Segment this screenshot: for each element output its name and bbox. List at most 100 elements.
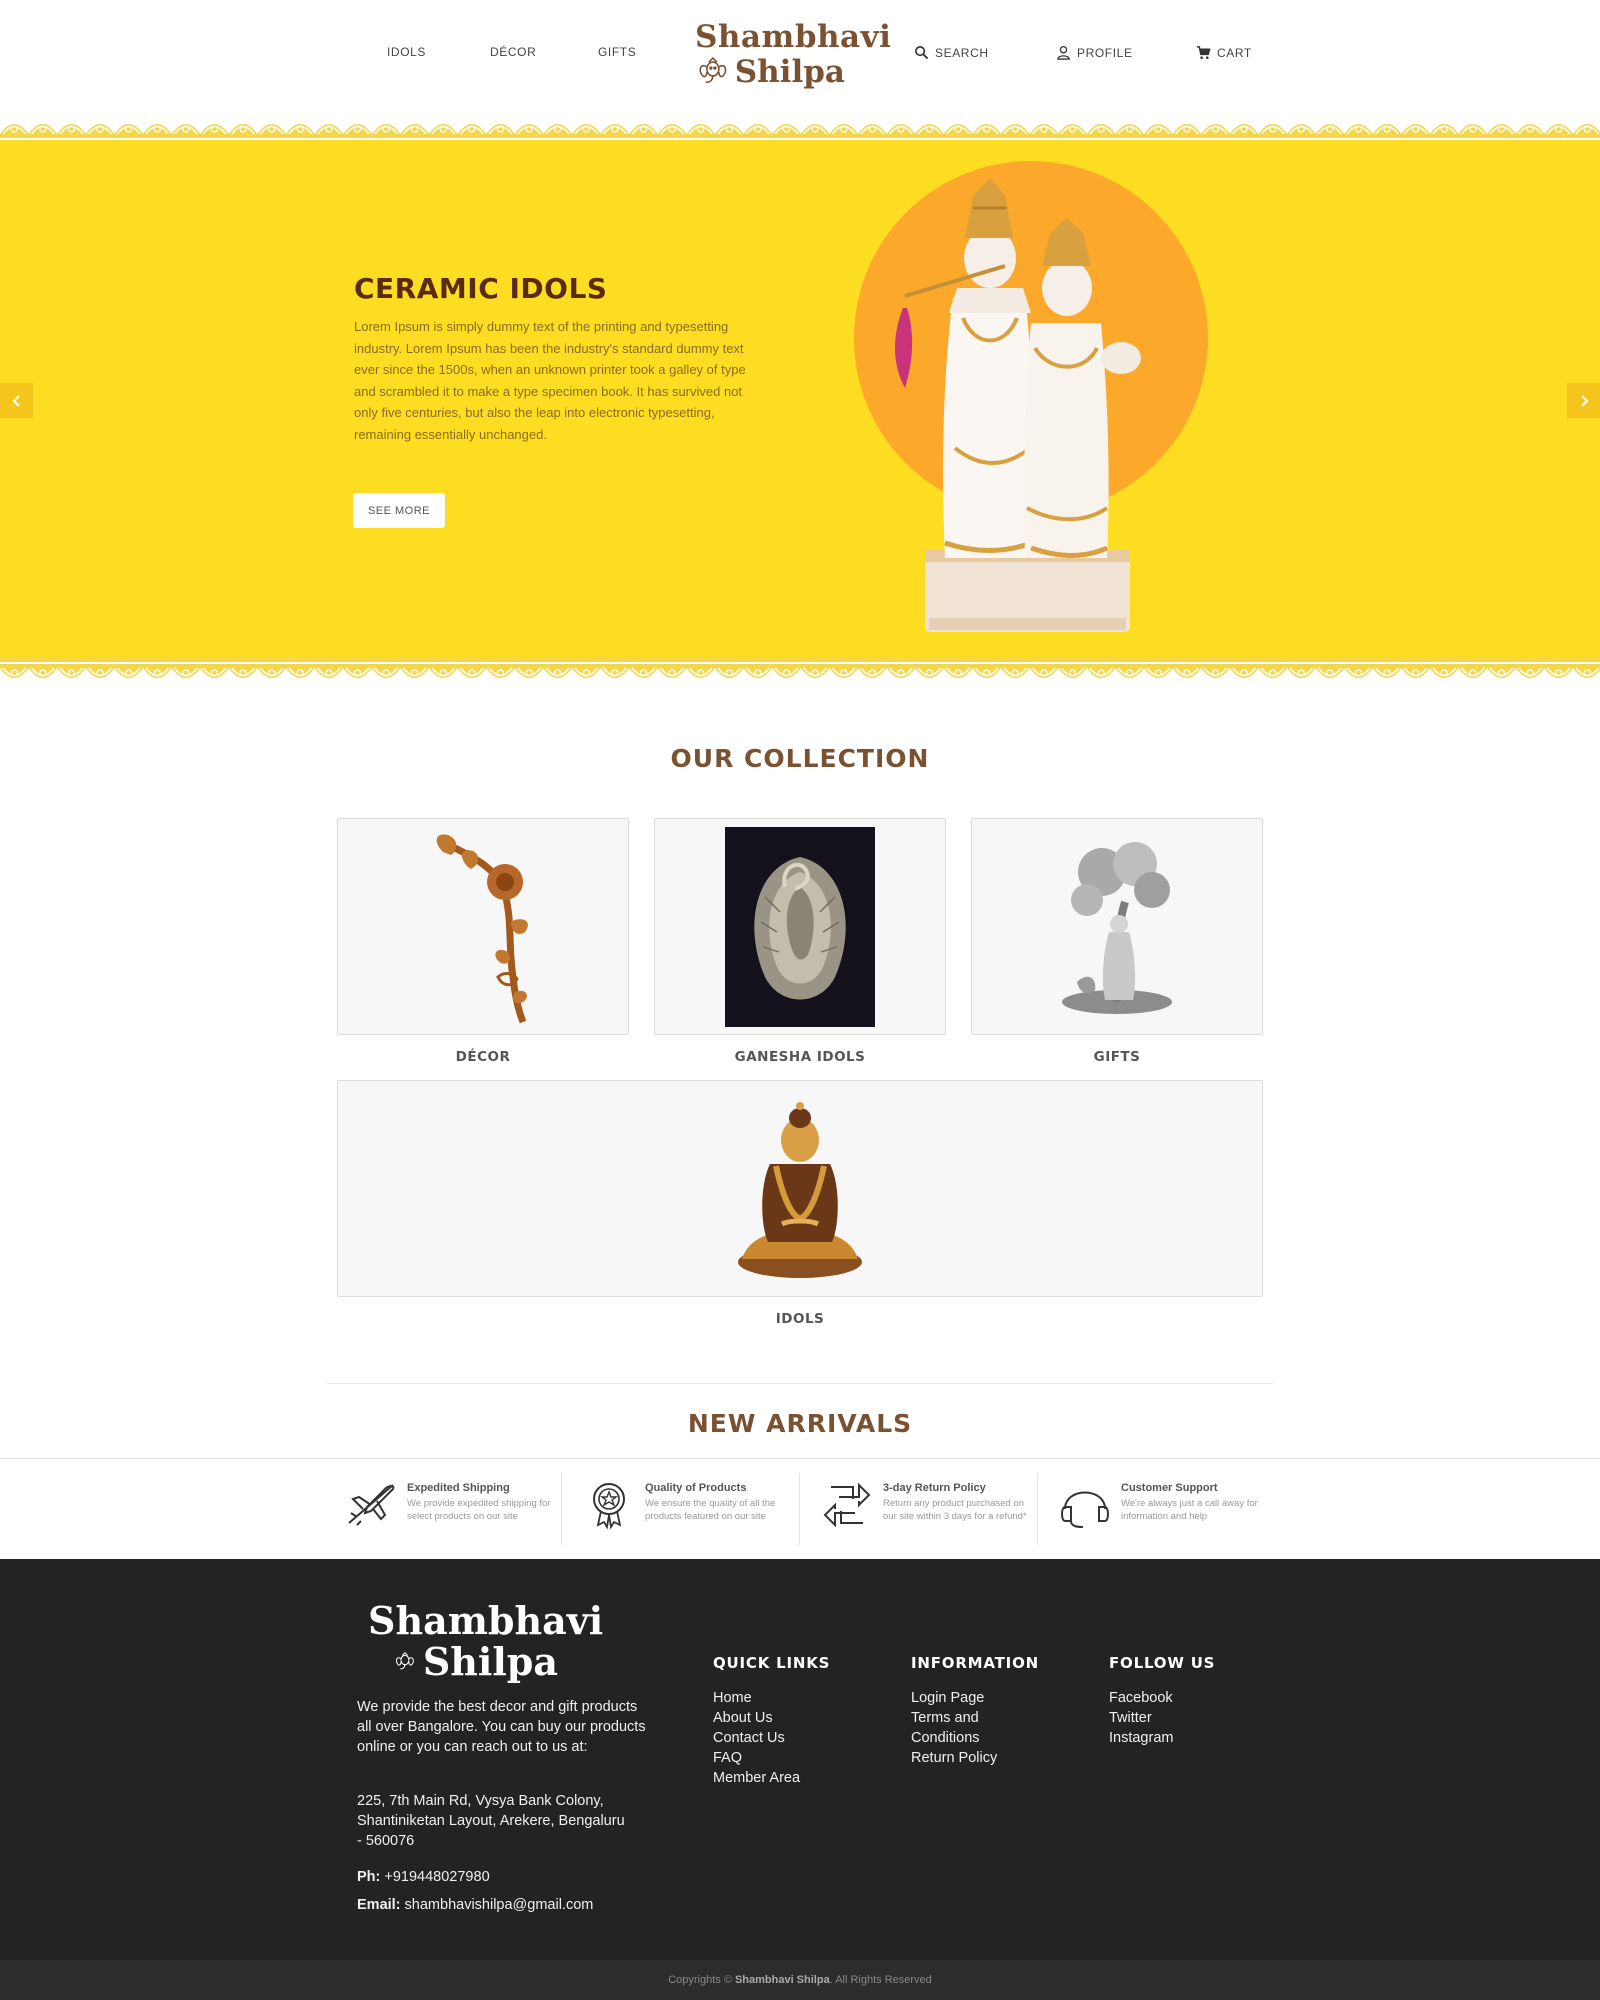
banner-description: Lorem Ipsum is simply dummy text of the … <box>354 319 746 442</box>
feature-title: Quality of Products <box>645 1482 747 1494</box>
section-divider <box>327 1383 1273 1384</box>
copyright-prefix: Copyrights © <box>668 1974 732 1986</box>
brand-logo[interactable]: Shambhavi Shilpa <box>695 19 892 92</box>
copyright-bar: Copyrights © Shambhavi Shilpa . All Righ… <box>0 1960 1600 2000</box>
nav-decor-label: DÉCOR <box>490 45 537 59</box>
ganesha-icon <box>699 56 727 83</box>
banner-top-border <box>0 110 1600 144</box>
new-arrivals-title: NEW ARRIVALS <box>687 1409 913 1438</box>
chevron-left-icon <box>12 394 20 407</box>
airplane-icon <box>348 1484 395 1526</box>
footer-logo: Shambhavi Shilpa <box>368 1598 604 1684</box>
nav-profile-label: PROFILE <box>1077 45 1133 60</box>
feature-description: We ensure the quality of all the product… <box>645 1498 776 1522</box>
feature-title: Customer Support <box>1121 1482 1218 1494</box>
footer-link-instagram[interactable]: Instagram <box>1109 1728 1173 1748</box>
decor-ornament-image <box>436 833 528 1023</box>
nav-cart-label: CART <box>1217 45 1252 60</box>
footer-link-return-policy[interactable]: Return Policy <box>911 1748 1021 1768</box>
collection-card-gifts[interactable] <box>971 818 1263 1035</box>
nav-gifts-link[interactable]: GIFTS <box>598 45 636 59</box>
ganesha-icon <box>395 1651 414 1670</box>
quick-links-list: Home About Us Contact Us FAQ Member Area <box>713 1688 800 1788</box>
copyright-brand: Shambhavi Shilpa <box>734 1974 830 1986</box>
feature-description: Return any product purchased on our site… <box>883 1498 1027 1522</box>
email-label: Email: <box>357 1897 401 1913</box>
banner-prev-button[interactable] <box>0 383 33 418</box>
nav-decor-link[interactable]: DÉCOR <box>490 45 536 59</box>
quick-links-title: QUICK LINKS <box>713 1654 831 1672</box>
feature-title: Expedited Shipping <box>407 1482 510 1494</box>
follow-us-title: FOLLOW US <box>1109 1654 1216 1672</box>
footer-link-home[interactable]: Home <box>713 1688 800 1708</box>
copyright-suffix: . All Rights Reserved <box>829 1974 932 1986</box>
feature-description: We provide expedited shipping for select… <box>407 1498 551 1522</box>
collection-label-ganesha-idols: GANESHA IDOLS <box>734 1049 866 1065</box>
see-more-button[interactable]: SEE MORE <box>353 493 445 528</box>
krishna-radha-statue-image <box>854 161 1208 632</box>
collection-label-gifts: GIFTS <box>1093 1049 1141 1065</box>
top-navigation: IDOLS DÉCOR GIFTS Shambhavi Shilpa SEARC… <box>0 0 1600 112</box>
banner-bottom-border <box>0 658 1600 692</box>
our-collection-title: OUR COLLECTION <box>670 744 930 773</box>
search-icon <box>915 46 929 60</box>
phone-label: Ph: <box>357 1869 381 1885</box>
information-title: INFORMATION <box>911 1654 1039 1672</box>
cart-icon <box>1196 46 1211 59</box>
nav-profile-link[interactable]: PROFILE <box>1056 45 1133 60</box>
footer-link-member-area[interactable]: Member Area <box>713 1768 800 1788</box>
banner-title: CERAMIC IDOLS <box>354 272 608 305</box>
footer-logo-line1: Shambhavi <box>368 1598 604 1643</box>
footer-about-text: We provide the best decor and gift produ… <box>357 1699 646 1755</box>
footer-link-faq[interactable]: FAQ <box>713 1748 800 1768</box>
feature-quality: Quality of Products We ensure the qualit… <box>575 1471 813 1547</box>
feature-separator <box>1037 1473 1038 1545</box>
feature-shipping: Expedited Shipping We provide expedited … <box>337 1471 575 1547</box>
nav-idols-label: IDOLS <box>387 45 427 59</box>
footer-link-facebook[interactable]: Facebook <box>1109 1688 1173 1708</box>
logo-line1: Shambhavi <box>695 19 892 55</box>
feature-title: 3-day Return Policy <box>883 1482 986 1494</box>
footer-link-login-page[interactable]: Login Page <box>911 1688 1021 1708</box>
footer-link-twitter[interactable]: Twitter <box>1109 1708 1173 1728</box>
ganesha-idol-image <box>725 826 875 1027</box>
site-footer: Shambhavi Shilpa We provide the best dec… <box>0 1559 1600 1960</box>
nav-search-link[interactable]: SEARCH <box>914 45 989 60</box>
banner-next-button[interactable] <box>1567 383 1600 418</box>
footer-email: Email: shambhavishilpa@gmail.com <box>357 1895 593 1915</box>
nav-gifts-label: GIFTS <box>598 45 637 59</box>
feature-separator <box>561 1473 562 1545</box>
footer-address: 225, 7th Main Rd, Vysya Bank Colony, Sha… <box>357 1793 625 1849</box>
collection-card-ganesha-idols[interactable] <box>654 818 946 1035</box>
footer-logo-line2: Shilpa <box>422 1639 558 1684</box>
nav-search-label: SEARCH <box>935 45 989 60</box>
headset-icon <box>1061 1491 1109 1528</box>
logo-line2: Shilpa <box>734 54 845 90</box>
user-icon <box>1057 45 1070 60</box>
feature-return-policy: 3-day Return Policy Return any product p… <box>813 1471 1051 1547</box>
collection-card-idols[interactable] <box>337 1080 1263 1297</box>
feature-description: We're always just a call away for inform… <box>1121 1498 1258 1522</box>
nav-cart-link[interactable]: CART <box>1196 45 1252 60</box>
social-links-list: Facebook Twitter Instagram <box>1109 1688 1173 1748</box>
return-arrows-icon <box>823 1482 871 1528</box>
collection-label-decor: DÉCOR <box>455 1049 511 1065</box>
footer-link-contact-us[interactable]: Contact Us <box>713 1728 800 1748</box>
collection-card-decor[interactable] <box>337 818 629 1035</box>
footer-link-about-us[interactable]: About Us <box>713 1708 800 1728</box>
nav-idols-link[interactable]: IDOLS <box>387 45 426 59</box>
chevron-right-icon <box>1580 394 1588 407</box>
buddha-idol-image <box>738 1101 862 1278</box>
collection-label-idols: IDOLS <box>775 1311 825 1327</box>
email-value[interactable]: shambhavishilpa@gmail.com <box>405 1897 594 1913</box>
phone-value[interactable]: +919448027980 <box>384 1869 489 1885</box>
feature-support: Customer Support We're always just a cal… <box>1051 1471 1289 1547</box>
hero-banner: CERAMIC IDOLS Lorem Ipsum is simply dumm… <box>0 140 1600 658</box>
footer-phone: Ph: +919448027980 <box>357 1867 490 1887</box>
information-list: Login Page Terms and Conditions Return P… <box>911 1688 1021 1768</box>
features-strip: Expedited Shipping We provide expedited … <box>0 1458 1600 1558</box>
silver-gift-statue-image <box>1062 841 1172 1014</box>
footer-link-terms[interactable]: Terms and Conditions <box>911 1708 1021 1748</box>
feature-separator <box>799 1473 800 1545</box>
award-badge-icon <box>593 1483 625 1530</box>
